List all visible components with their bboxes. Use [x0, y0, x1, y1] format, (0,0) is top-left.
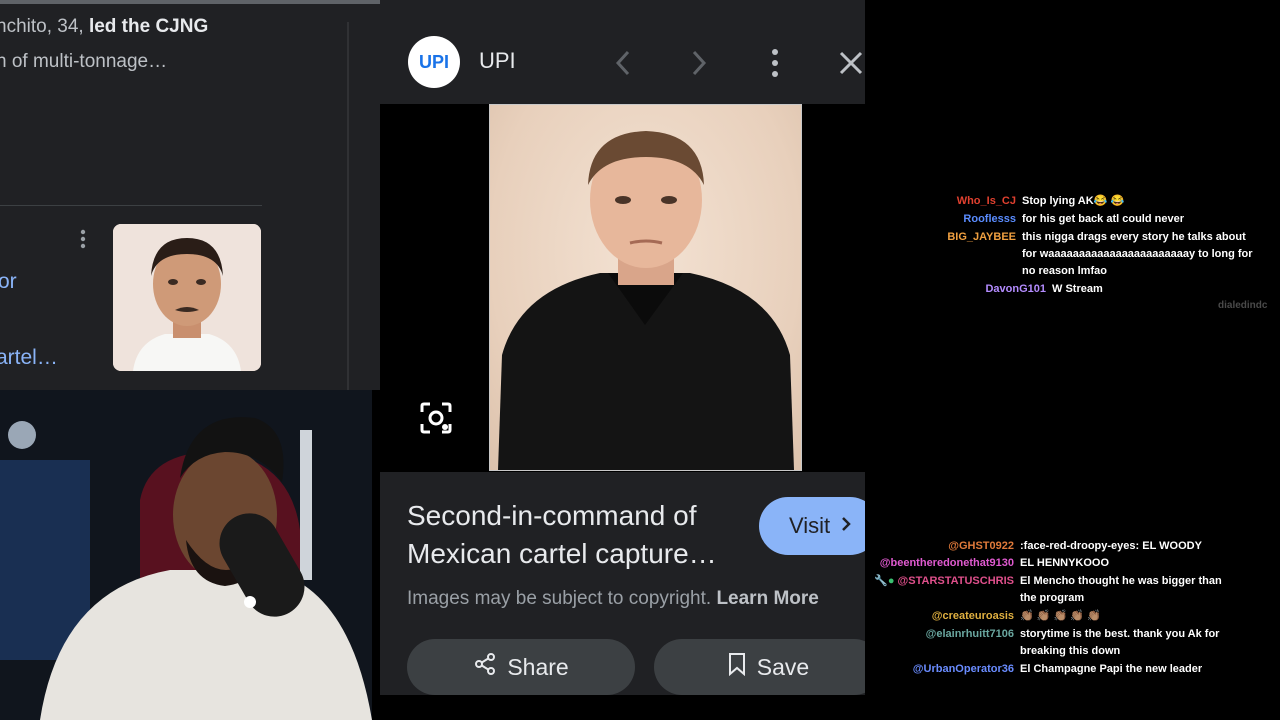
result-link-line2[interactable]: artel…	[0, 346, 58, 370]
share-button[interactable]: Share	[407, 639, 635, 695]
chat-text: El Mencho thought he was bigger than the…	[1020, 575, 1222, 604]
chat-text: El Champagne Papi the new leader	[1020, 663, 1203, 675]
learn-more-link[interactable]: Learn More	[716, 588, 818, 609]
badge-icon: ●	[887, 575, 895, 587]
copyright-notice: Images may be subject to copyright. Lear…	[407, 588, 819, 610]
chat-text: 👏🏽 👏🏽 👏🏽 👏🏽 👏🏽	[1020, 610, 1101, 622]
chat-text: this nigga drags every story he talks ab…	[1022, 231, 1253, 277]
chat-message: Rooflesss for his get back atl could nev…	[865, 211, 1275, 228]
chat-message: @UrbanOperator36 El Champagne Papi the n…	[865, 661, 1275, 678]
chat-username: DavonG101	[985, 283, 1046, 295]
chat-username: Rooflesss	[963, 213, 1016, 225]
chat-username: 🔧● @STARSTATUSCHRIS	[874, 575, 1014, 587]
visit-label: Visit	[789, 513, 831, 538]
image-caption[interactable]: Second-in-command of Mexican cartel capt…	[407, 497, 737, 573]
result-thumbnail-image[interactable]	[113, 224, 261, 371]
preview-image[interactable]	[489, 104, 802, 471]
chat-username: BIG_JAYBEE	[947, 231, 1016, 243]
chat-text: W Stream	[1052, 283, 1103, 295]
previous-chevron-icon[interactable]	[608, 45, 638, 81]
chat-message: @createuroasis 👏🏽 👏🏽 👏🏽 👏🏽 👏🏽	[865, 608, 1275, 625]
panel-divider	[347, 22, 349, 390]
chevron-right-icon	[840, 513, 852, 539]
webcam-feed	[0, 390, 372, 720]
chat-message: DavonG101 W Stream	[865, 281, 1275, 298]
save-button[interactable]: Save	[654, 639, 865, 695]
next-chevron-icon[interactable]	[684, 45, 714, 81]
chat-username: Who_Is_CJ	[956, 195, 1016, 207]
chat-text: EL HENNYKOOO	[1020, 557, 1110, 569]
chat-username: @elainrhuitt7106	[925, 628, 1014, 640]
chat-username: @beentheredonethat9130	[879, 557, 1014, 569]
more-options-icon[interactable]	[76, 228, 90, 250]
chat-message: BIG_JAYBEE this nigga drags every story …	[865, 229, 1260, 280]
watermark: dialedindc	[1218, 300, 1268, 311]
chat-message: @beentheredonethat9130 EL HENNYKOOO	[865, 555, 1275, 572]
live-chat-overlay: Who_Is_CJ Stop lying AK😂 😂 Rooflesss for…	[865, 0, 1280, 720]
chat-username: @GHST0922	[948, 540, 1014, 552]
visit-button[interactable]: Visit	[759, 497, 865, 555]
scrollbar[interactable]	[0, 0, 380, 4]
chat-text: storytime is the best. thank you Ak for …	[1020, 628, 1220, 657]
source-name[interactable]: UPI	[479, 48, 516, 74]
more-vert-icon[interactable]	[760, 45, 790, 81]
search-results-panel: nchito, 34, led the CJNG n of multi-tonn…	[0, 0, 380, 390]
chat-username: @createuroasis	[931, 610, 1014, 622]
wrench-icon: 🔧	[874, 575, 888, 587]
chat-message: 🔧● @STARSTATUSCHRIS El Mencho thought he…	[865, 573, 1240, 607]
save-label: Save	[756, 653, 810, 680]
lens-search-icon[interactable]	[418, 400, 454, 436]
share-label: Share	[507, 653, 569, 680]
share-icon	[473, 652, 497, 682]
source-logo[interactable]: UPI	[408, 36, 460, 88]
chat-text: Stop lying AK😂 😂	[1022, 195, 1125, 207]
chat-username: @UrbanOperator36	[912, 663, 1014, 675]
chat-message: Who_Is_CJ Stop lying AK😂 😂	[865, 193, 1275, 210]
result-link-line1[interactable]: or	[0, 270, 17, 294]
chat-text: :face-red-droopy-eyes: EL WOODY	[1020, 540, 1202, 552]
chat-message: @elainrhuitt7106 storytime is the best. …	[865, 626, 1240, 660]
result-snippet-line1: nchito, 34, led the CJNG	[0, 16, 209, 37]
chat-text: for his get back atl could never	[1022, 213, 1184, 225]
copyright-text: Images may be subject to copyright.	[407, 588, 712, 609]
result-snippet-line2: n of multi-tonnage…	[0, 51, 168, 72]
bookmark-icon	[727, 652, 747, 682]
chat-message: @GHST0922 :face-red-droopy-eyes: EL WOOD…	[865, 538, 1275, 555]
close-icon[interactable]	[836, 45, 865, 81]
image-viewer-panel: UPI UPI Second-in-command of Mexican car…	[380, 0, 865, 695]
result-divider	[0, 205, 262, 206]
